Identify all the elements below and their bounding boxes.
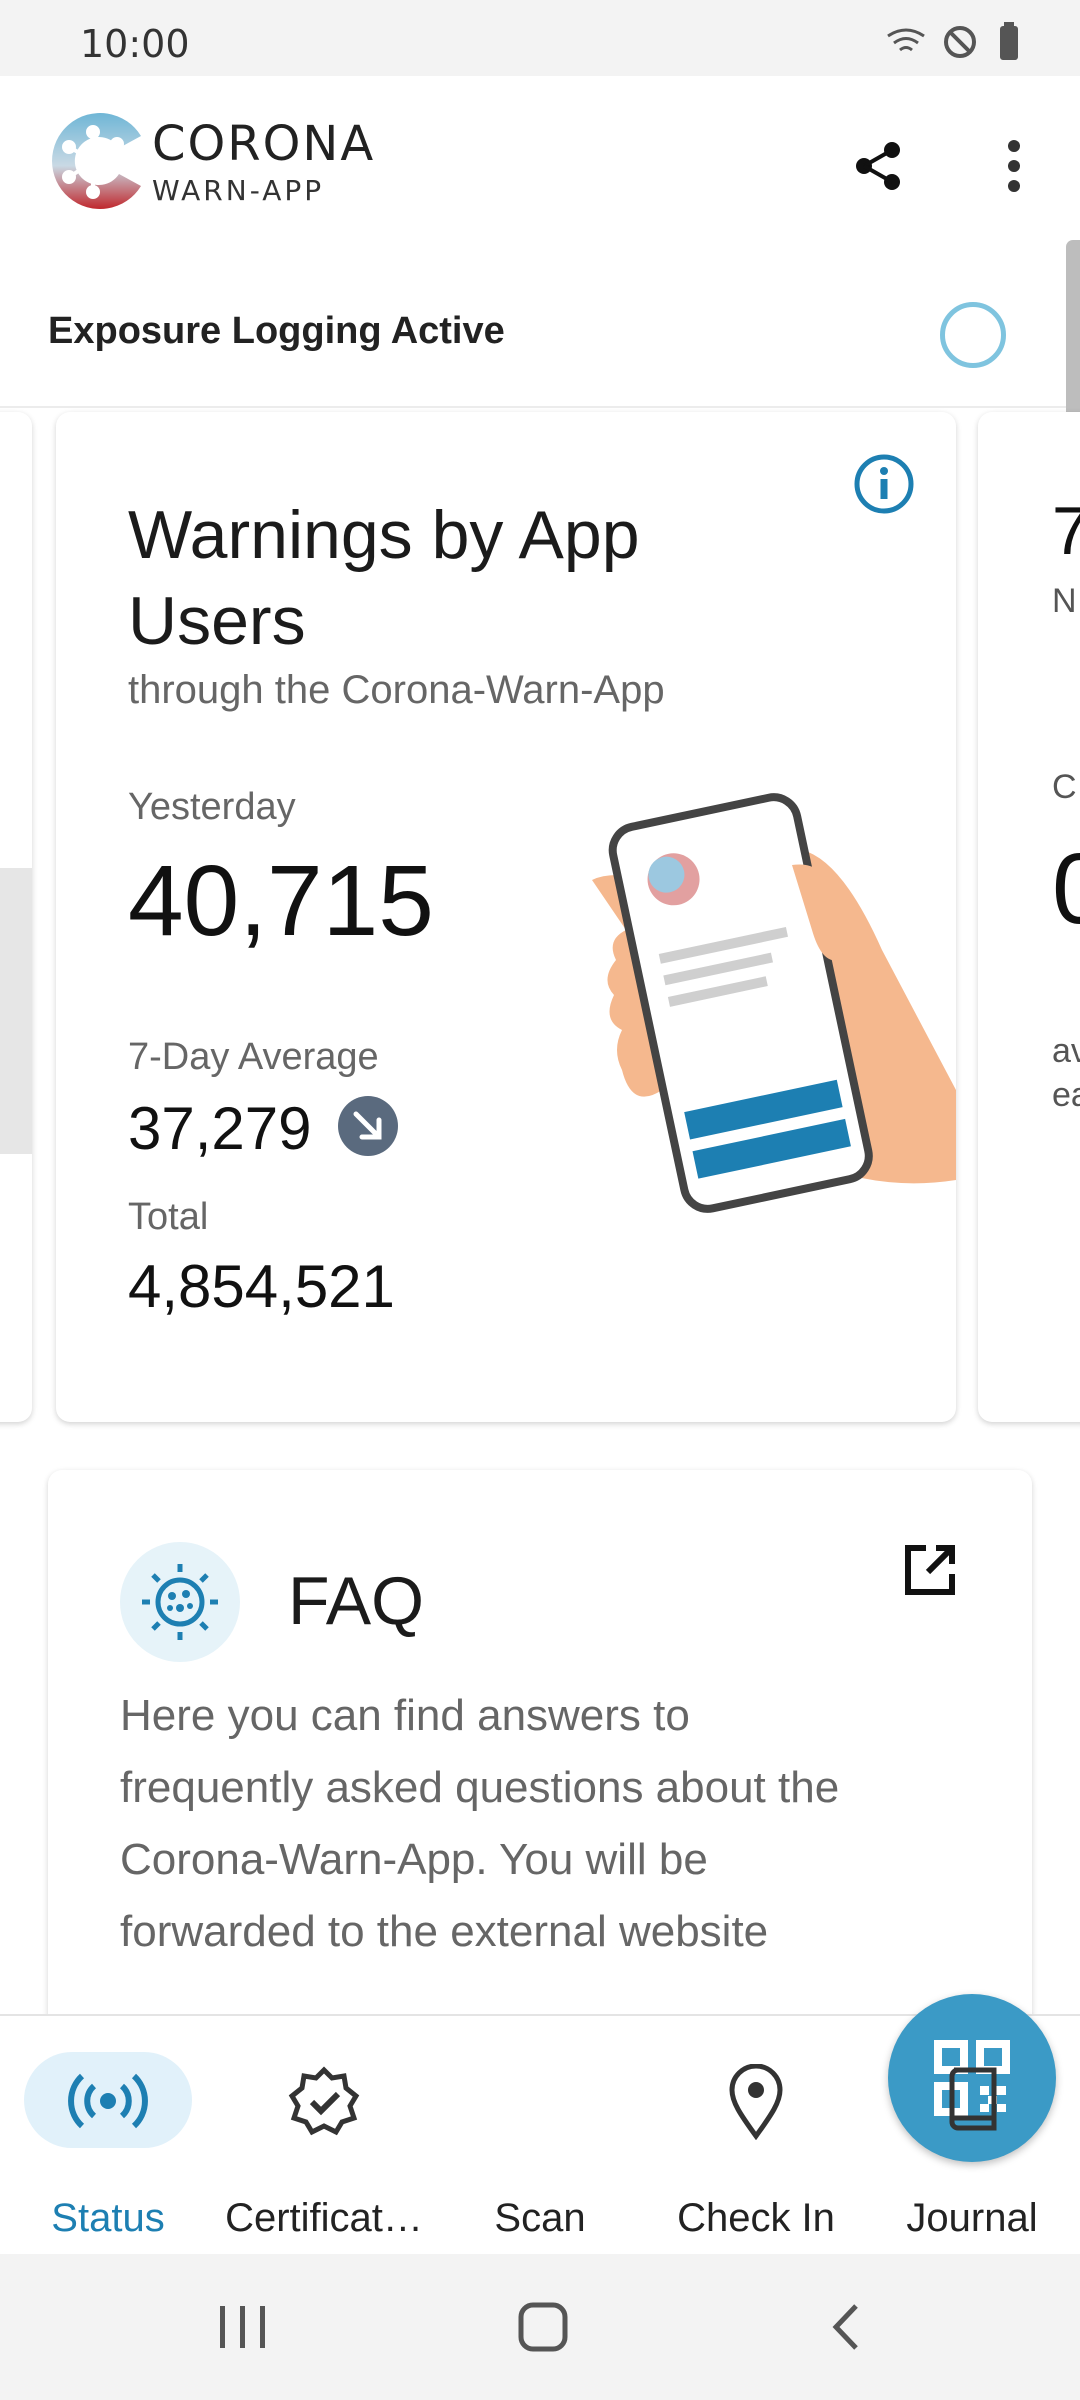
wifi-icon [887, 28, 925, 52]
battery-icon [1000, 26, 1018, 60]
faq-card[interactable]: FAQ Here you can find answers to frequen… [48, 1470, 1032, 2030]
warnings-card[interactable]: Warnings by App Users through the Corona… [56, 412, 956, 1422]
brand-name: CORONA WARN-APP [152, 116, 375, 207]
virus-icon [120, 1542, 240, 1662]
warnings-title: Warnings by App Users [128, 497, 640, 659]
bottom-navigation: Status Certificat… Scan Check In Journal [0, 1994, 1080, 2256]
nav-journal[interactable]: Journal [864, 2016, 1080, 2256]
more-vertical-icon[interactable] [984, 136, 1044, 196]
corona-warn-app-logo [52, 113, 141, 209]
broadcast-icon [68, 2073, 148, 2129]
nav-check-in[interactable]: Check In [648, 2016, 864, 2256]
exposure-logging-label: Exposure Logging Active [48, 310, 505, 352]
avg-label: 7-Day Average [128, 1036, 379, 1078]
share-icon[interactable] [848, 136, 908, 196]
nav-status-label: Status [51, 2196, 165, 2240]
status-time: 10:00 [80, 22, 190, 66]
yesterday-label: Yesterday [128, 786, 296, 828]
book-icon [949, 2067, 997, 2131]
next-card[interactable]: 7 N C 0 av ea [978, 412, 1080, 1422]
system-navigation-bar [0, 2254, 1080, 2400]
status-icons [887, 22, 1018, 60]
home-icon[interactable] [516, 2300, 570, 2354]
phone-in-hand-illustration [592, 793, 956, 1213]
nav-scan-label: Scan [494, 2196, 586, 2240]
exposure-logging-row[interactable]: Exposure Logging Active [0, 276, 1080, 408]
recent-apps-icon[interactable] [216, 2302, 270, 2352]
previous-card[interactable] [0, 412, 32, 1422]
exposure-status-ring-icon [940, 302, 1006, 368]
brand-line1: CORONA [152, 116, 376, 172]
total-value: 4,854,521 [128, 1253, 395, 1320]
faq-title: FAQ [288, 1563, 425, 1639]
nav-scan[interactable]: Scan [432, 1994, 1056, 2256]
total-label: Total [128, 1196, 209, 1238]
nav-certificates[interactable]: Certificat… [216, 2016, 432, 2256]
nav-status[interactable]: Status [0, 2016, 216, 2256]
nav-certificates-label: Certificat… [225, 2196, 423, 2240]
avg-value: 37,279 [128, 1095, 312, 1162]
nav-journal-label: Journal [906, 2196, 1038, 2240]
do-not-disturb-icon [944, 26, 976, 58]
info-icon[interactable] [852, 452, 916, 516]
warnings-subtitle: through the Corona-Warn-App [128, 668, 665, 712]
yesterday-value: 40,715 [128, 845, 434, 957]
status-bar: 10:00 [0, 0, 1080, 76]
external-link-icon[interactable] [898, 1538, 962, 1602]
back-icon[interactable] [826, 2300, 866, 2354]
trend-down-arrow-icon [338, 1096, 398, 1156]
brand-line2: WARN-APP [152, 174, 325, 207]
faq-body: Here you can find answers to frequently … [120, 1691, 840, 1956]
app-header: CORONA WARN-APP [0, 76, 1080, 236]
nav-check-in-label: Check In [677, 2196, 835, 2240]
certificate-badge-icon [288, 2066, 360, 2136]
location-pin-icon [729, 2064, 783, 2140]
